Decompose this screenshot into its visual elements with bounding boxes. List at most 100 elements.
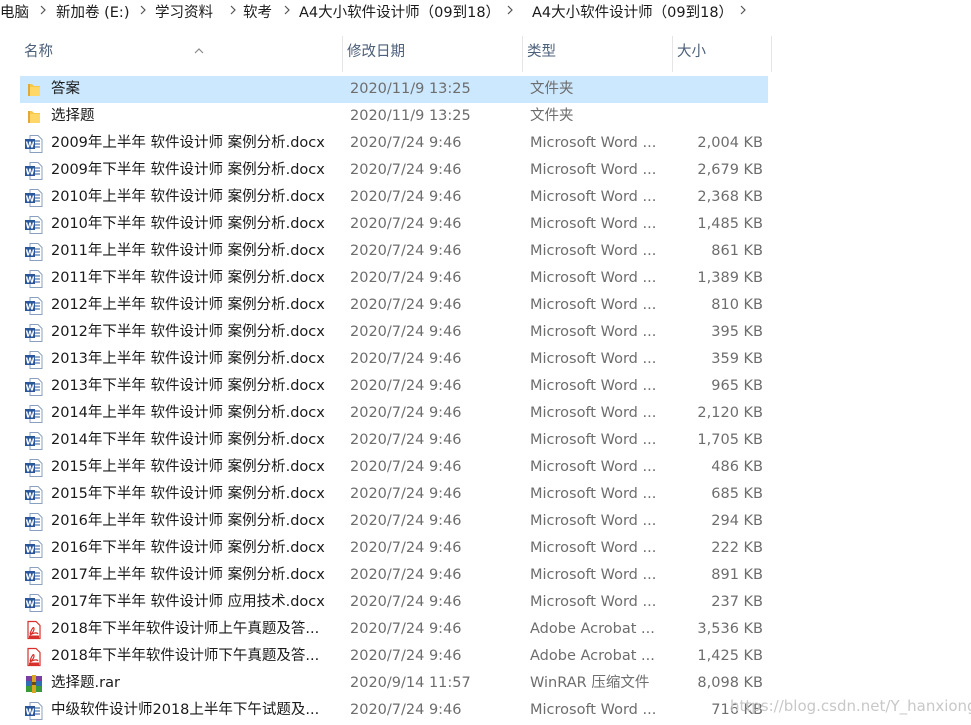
chevron-up-icon (194, 31, 204, 71)
file-row[interactable]: W 2017年上半年 软件设计师 案例分析.docx 2020/7/24 9:46 M… (20, 562, 768, 589)
file-date: 2020/7/24 9:46 (350, 459, 462, 475)
file-row[interactable]: W 2013年下半年 软件设计师 案例分析.docx 2020/7/24 9:46 M… (20, 373, 768, 400)
file-date: 2020/7/24 9:46 (350, 378, 462, 394)
file-size: 2,004 KB (697, 135, 763, 151)
file-row[interactable]: W 2010年下半年 软件设计师 案例分析.docx 2020/7/24 9:46 M… (20, 211, 768, 238)
word-doc-icon: W (24, 404, 44, 424)
file-row[interactable]: W 2009年上半年 软件设计师 案例分析.docx 2020/7/24 9:46 M… (20, 130, 768, 157)
breadcrumb-item[interactable]: 新加卷 (E:) (56, 1, 129, 22)
file-row[interactable]: W 2016年上半年 软件设计师 案例分析.docx 2020/7/24 9:46 M… (20, 508, 768, 535)
file-name: 2013年下半年 软件设计师 案例分析.docx (51, 378, 325, 394)
chevron-right-icon[interactable] (283, 3, 291, 17)
file-type: 文件夹 (530, 81, 574, 97)
breadcrumb: 电脑 新加卷 (E:) 学习资料 软考 A4大小软件设计师（09到18） A4大小软件设计… (0, 0, 971, 22)
file-date: 2020/7/24 9:46 (350, 189, 462, 205)
svg-text:W: W (26, 465, 35, 474)
file-row[interactable]: 选择题 2020/11/9 13:25 文件夹 (20, 103, 768, 130)
file-name: 2010年下半年 软件设计师 案例分析.docx (51, 216, 325, 232)
file-row[interactable]: W 2012年下半年 软件设计师 案例分析.docx 2020/7/24 9:46 M… (20, 319, 768, 346)
file-size: 2,120 KB (697, 405, 763, 421)
file-type: Microsoft Word ... (530, 378, 657, 394)
svg-text:W: W (26, 357, 35, 366)
file-name: 2017年下半年 软件设计师 应用技术.docx (51, 594, 325, 610)
file-row[interactable]: W 中级软件设计师2018上半年下午试题及... 2020/7/24 9:46 Mic… (20, 697, 768, 724)
file-row[interactable]: W 2009年下半年 软件设计师 案例分析.docx 2020/7/24 9:46 M… (20, 157, 768, 184)
file-row[interactable]: W 2010年上半年 软件设计师 案例分析.docx 2020/7/24 9:46 M… (20, 184, 768, 211)
rar-archive-icon (24, 674, 44, 694)
file-size: 965 KB (711, 378, 763, 394)
chevron-right-icon[interactable] (39, 3, 47, 17)
file-date: 2020/7/24 9:46 (350, 216, 462, 232)
column-header-name[interactable]: 名称 (20, 32, 342, 72)
column-header-type[interactable]: 类型 (523, 32, 672, 72)
file-row[interactable]: W 2015年上半年 软件设计师 案例分析.docx 2020/7/24 9:46 M… (20, 454, 768, 481)
column-header-size-label: 大小 (677, 44, 706, 60)
file-date: 2020/7/24 9:46 (350, 243, 462, 259)
file-row[interactable]: 2018年下半年软件设计师上午真题及答... 2020/7/24 9:46 Adob… (20, 616, 768, 643)
file-row[interactable]: 选择题.rar 2020/9/14 11:57 WinRAR 压缩文件 8,098 K… (20, 670, 768, 697)
file-row[interactable]: W 2016年下半年 软件设计师 案例分析.docx 2020/7/24 9:46 M… (20, 535, 768, 562)
breadcrumb-item[interactable]: 软考 (243, 1, 272, 22)
file-row[interactable]: W 2012年上半年 软件设计师 案例分析.docx 2020/7/24 9:46 M… (20, 292, 768, 319)
file-row[interactable]: W 2011年上半年 软件设计师 案例分析.docx 2020/7/24 9:46 M… (20, 238, 768, 265)
file-row[interactable]: 2018年下半年软件设计师下午真题及答... 2020/7/24 9:46 Adob… (20, 643, 768, 670)
file-name: 2012年下半年 软件设计师 案例分析.docx (51, 324, 325, 340)
file-size: 2,679 KB (697, 162, 763, 178)
word-doc-icon: W (24, 188, 44, 208)
file-size: 294 KB (711, 513, 763, 529)
chevron-right-icon[interactable] (739, 3, 747, 17)
column-header-name-label: 名称 (24, 44, 53, 60)
chevron-right-icon[interactable] (506, 3, 514, 17)
column-divider[interactable] (771, 36, 772, 72)
file-row[interactable]: W 2014年上半年 软件设计师 案例分析.docx 2020/7/24 9:46 M… (20, 400, 768, 427)
svg-text:W: W (26, 141, 35, 150)
file-size (672, 103, 763, 130)
file-date: 2020/9/14 11:57 (350, 675, 471, 691)
file-date: 2020/7/24 9:46 (350, 432, 462, 448)
chevron-right-icon[interactable] (139, 3, 147, 17)
file-row[interactable]: W 2017年下半年 软件设计师 应用技术.docx 2020/7/24 9:46 M… (20, 589, 768, 616)
pdf-icon (24, 620, 44, 640)
file-type: Microsoft Word ... (530, 567, 657, 583)
breadcrumb-item[interactable]: 电脑 (0, 1, 29, 22)
file-type: Microsoft Word ... (530, 135, 657, 151)
file-name: 2017年上半年 软件设计师 案例分析.docx (51, 567, 325, 583)
word-doc-icon: W (24, 593, 44, 613)
file-row[interactable]: W 2011年下半年 软件设计师 案例分析.docx 2020/7/24 9:46 M… (20, 265, 768, 292)
file-date: 2020/7/24 9:46 (350, 486, 462, 502)
file-name: 选择题.rar (51, 675, 120, 691)
word-doc-icon: W (24, 323, 44, 343)
word-doc-icon: W (24, 701, 44, 721)
file-row[interactable]: 答案 2020/11/9 13:25 文件夹 (20, 76, 768, 103)
file-name: 2014年下半年 软件设计师 案例分析.docx (51, 432, 325, 448)
file-name: 2016年上半年 软件设计师 案例分析.docx (51, 513, 325, 529)
file-date: 2020/7/24 9:46 (350, 567, 462, 583)
file-row[interactable]: W 2015年下半年 软件设计师 案例分析.docx 2020/7/24 9:46 M… (20, 481, 768, 508)
word-doc-icon: W (24, 458, 44, 478)
file-type: Microsoft Word ... (530, 162, 657, 178)
file-size: 2,368 KB (697, 189, 763, 205)
file-type: Adobe Acrobat ... (530, 621, 655, 637)
chevron-right-icon[interactable] (229, 3, 237, 17)
file-size: 891 KB (711, 567, 763, 583)
svg-text:W: W (26, 519, 35, 528)
file-size: 810 KB (711, 297, 763, 313)
breadcrumb-item[interactable]: 学习资料 (155, 1, 213, 22)
breadcrumb-item[interactable]: A4大小软件设计师（09到18） (532, 1, 733, 22)
column-header-size[interactable]: 大小 (673, 32, 771, 72)
word-doc-icon: W (24, 134, 44, 154)
breadcrumb-item[interactable]: A4大小软件设计师（09到18） (299, 1, 500, 22)
file-type: Microsoft Word ... (530, 189, 657, 205)
file-size: 1,425 KB (697, 648, 763, 664)
file-type: Microsoft Word ... (530, 540, 657, 556)
file-size: 1,705 KB (697, 432, 763, 448)
file-row[interactable]: W 2014年下半年 软件设计师 案例分析.docx 2020/7/24 9:46 M… (20, 427, 768, 454)
file-date: 2020/7/24 9:46 (350, 513, 462, 529)
file-name: 2013年上半年 软件设计师 案例分析.docx (51, 351, 325, 367)
word-doc-icon: W (24, 566, 44, 586)
pdf-icon (24, 647, 44, 667)
file-size: 486 KB (711, 459, 763, 475)
file-row[interactable]: W 2013年上半年 软件设计师 案例分析.docx 2020/7/24 9:46 M… (20, 346, 768, 373)
svg-text:W: W (26, 384, 35, 393)
column-header-date[interactable]: 修改日期 (343, 32, 522, 72)
